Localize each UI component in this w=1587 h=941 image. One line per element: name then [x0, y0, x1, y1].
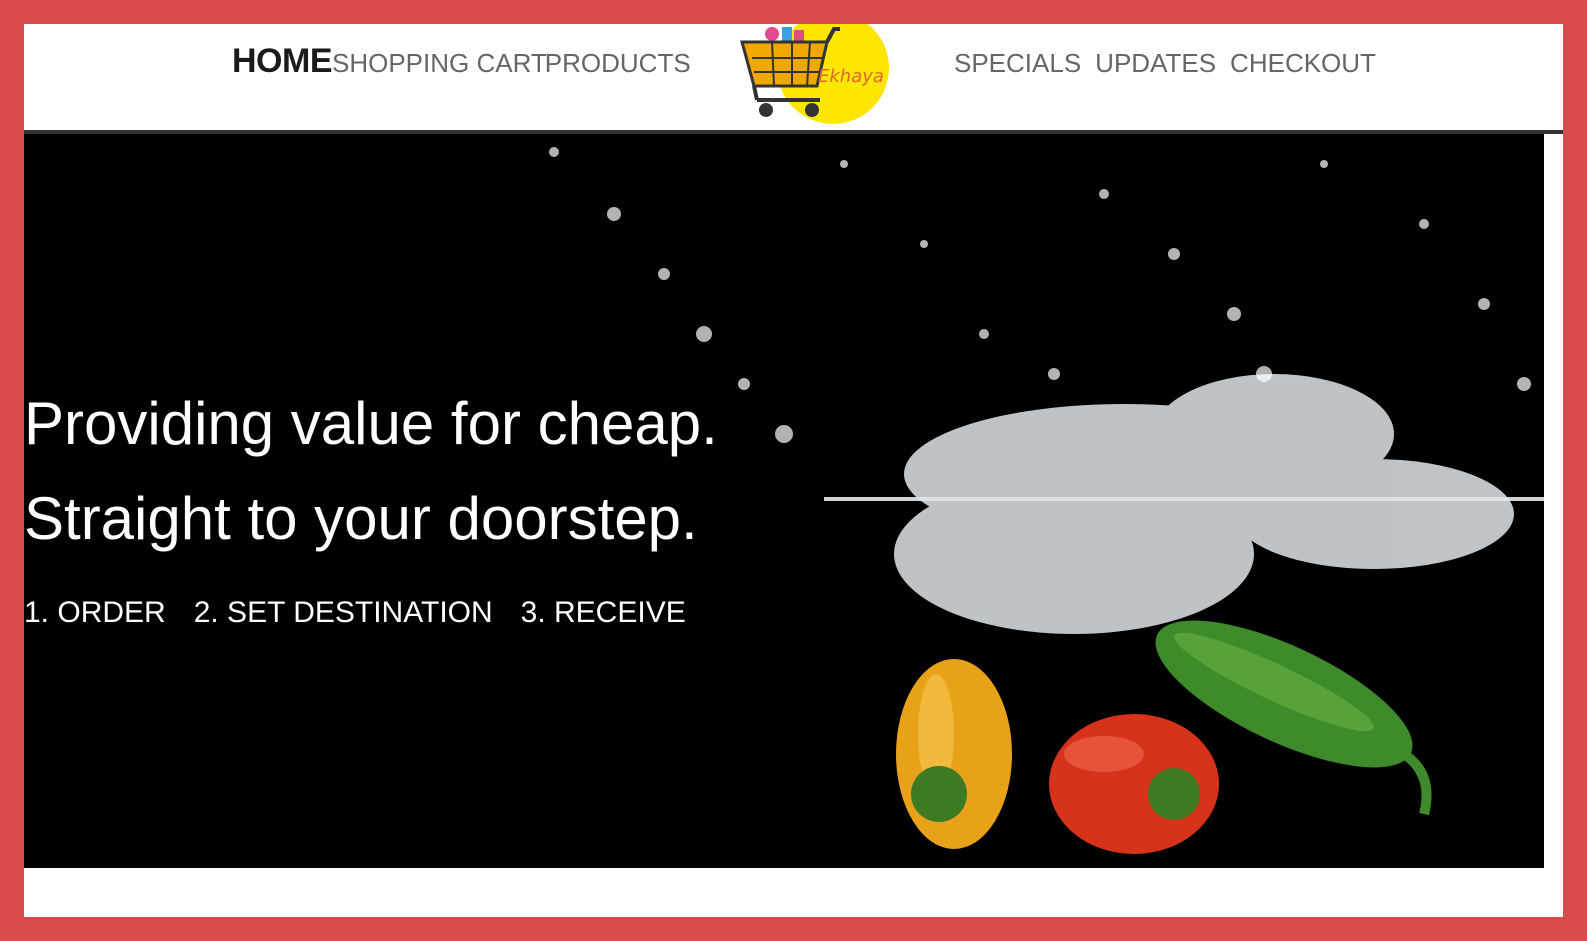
hero-banner: Providing value for cheap. Straight to y…: [24, 134, 1544, 868]
below-hero-area: [24, 868, 1563, 917]
nav-shopping-cart[interactable]: SHOPPING CART: [332, 48, 547, 79]
nav-specials[interactable]: SPECIALS: [954, 48, 1081, 79]
nav-left-group: HOME SHOPPING CART PRODUCTS: [232, 42, 691, 82]
step-set-destination: 2. SET DESTINATION: [193, 596, 493, 629]
nav-products[interactable]: PRODUCTS: [545, 48, 691, 79]
brand-logo[interactable]: Ekhaya: [732, 24, 892, 124]
hero-headline-line1: Providing value for cheap.: [24, 390, 718, 457]
hero-steps: 1. ORDER 2. SET DESTINATION 3. RECEIVE: [24, 596, 686, 630]
top-navbar: HOME SHOPPING CART PRODUCTS Ekhaya SPECI…: [24, 24, 1563, 130]
step-receive: 3. RECEIVE: [520, 596, 686, 629]
nav-checkout[interactable]: CHECKOUT: [1230, 48, 1376, 79]
step-order: 1. ORDER: [24, 596, 166, 629]
nav-updates[interactable]: UPDATES: [1095, 48, 1216, 79]
page-frame: HOME SHOPPING CART PRODUCTS Ekhaya SPECI…: [24, 24, 1563, 917]
nav-right-group: SPECIALS UPDATES CHECKOUT: [954, 48, 1376, 79]
logo-name: Ekhaya: [818, 66, 884, 87]
nav-home[interactable]: HOME: [232, 42, 333, 81]
hero-headline-line2: Straight to your doorstep.: [24, 485, 698, 552]
